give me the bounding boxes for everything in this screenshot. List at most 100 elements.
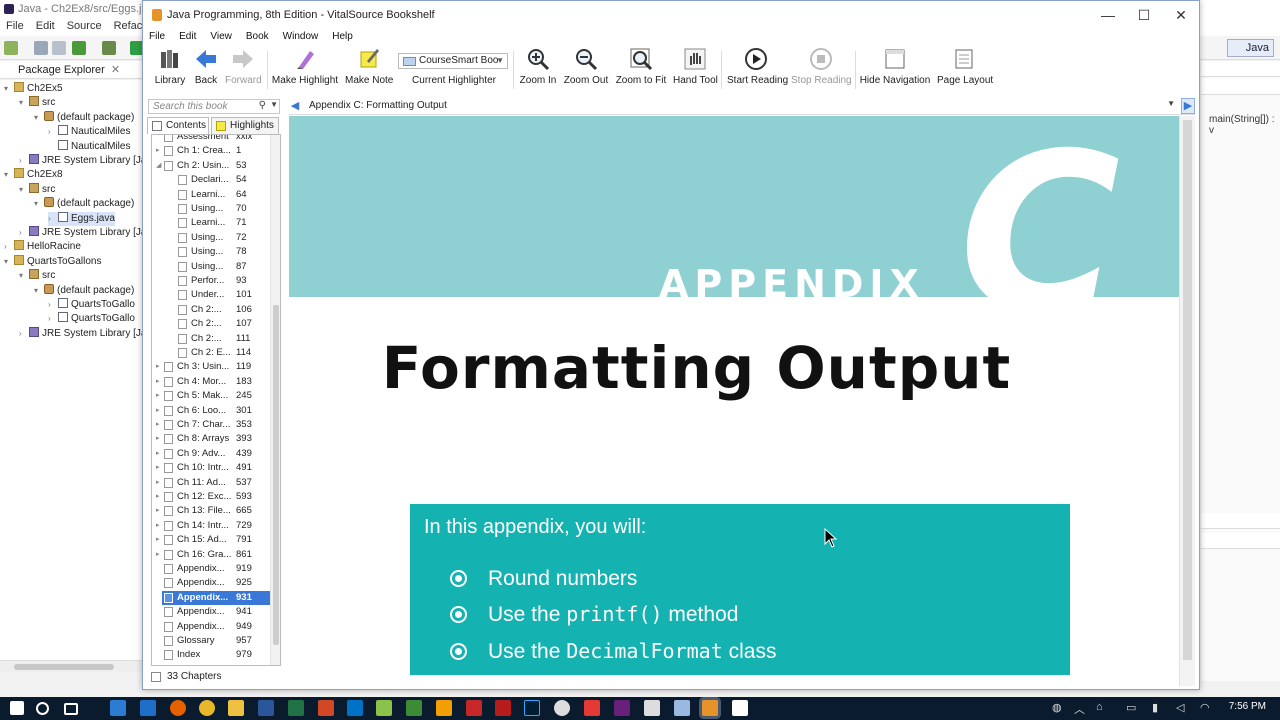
chrome-icon[interactable] (199, 700, 215, 716)
filezilla-icon[interactable] (584, 700, 600, 716)
toc-item[interactable]: ▸ Ch 1: Crea... 1 (152, 144, 270, 158)
tree-item[interactable]: ▾ QuartsToGallons (4, 254, 101, 269)
tree-item[interactable]: ▾ src (19, 96, 55, 110)
chevron-down-icon[interactable]: ▾ (34, 197, 44, 211)
toc-item[interactable]: ▸ Ch 8: Arrays 393 (152, 432, 270, 446)
toc-item[interactable]: ▸ Ch 14: Intr... 729 (152, 519, 270, 533)
search-taskbar-icon[interactable] (36, 702, 49, 715)
run-config-icon[interactable] (102, 41, 116, 55)
app-bars-icon[interactable] (644, 700, 660, 716)
toc-item[interactable]: Learni... 64 (152, 188, 270, 202)
dreamweaver-icon[interactable] (406, 700, 422, 716)
tree-item[interactable]: › JRE System Library [Ja (19, 326, 146, 341)
app-r-icon[interactable] (466, 700, 482, 716)
java-perspective-button[interactable]: Java (1226, 39, 1274, 57)
network-icon[interactable]: ⌂ (1096, 701, 1103, 713)
tree-item[interactable]: ▾ (default package) (34, 110, 134, 125)
menu-edit[interactable]: Edit (179, 29, 196, 45)
eclipse-menu-edit[interactable]: Edit (36, 20, 55, 34)
tree-item[interactable]: ▾ (default package) (34, 283, 134, 298)
toc-item[interactable]: ▸ Ch 7: Char... 353 (152, 418, 270, 432)
book-search-input[interactable]: Search this book (148, 99, 280, 114)
toc-item[interactable]: ▸ Ch 13: File... 665 (152, 504, 270, 518)
tree-item[interactable]: › QuartsToGallo (48, 312, 135, 326)
toc-scrollbar[interactable] (270, 135, 280, 665)
chevron-down-icon[interactable]: ▾ (34, 284, 44, 298)
powerpoint-icon[interactable] (318, 700, 334, 716)
toc-item[interactable]: ▸ Ch 6: Loo... 301 (152, 404, 270, 418)
chevron-right-icon[interactable]: › (48, 298, 58, 312)
eclipse-menu-file[interactable]: File (6, 20, 24, 34)
vitalsource-taskbar-icon[interactable] (702, 700, 718, 716)
hand-tool-button[interactable]: Hand Tool (673, 47, 718, 86)
menu-view[interactable]: View (210, 29, 232, 45)
eclipse-menu-source[interactable]: Source (67, 20, 102, 34)
toc-item[interactable]: Using... 72 (152, 231, 270, 245)
chevron-down-icon[interactable]: ▾ (4, 82, 14, 96)
menu-book[interactable]: Book (246, 29, 269, 45)
highlighter-select[interactable]: CourseSmart Boo ▼ (398, 53, 508, 69)
start-reading-button[interactable]: Start Reading (727, 47, 788, 86)
toc-item[interactable]: ▸ Ch 16: Gra... 861 (152, 548, 270, 562)
forward-button[interactable]: Forward (225, 47, 262, 86)
previous-page-icon[interactable]: ◀ (289, 99, 301, 113)
photoshop-icon[interactable] (524, 700, 540, 716)
tree-item[interactable]: › NauticalMiles (48, 125, 130, 139)
edge-icon[interactable] (110, 700, 126, 716)
ie-icon[interactable] (140, 700, 156, 716)
toc-item[interactable]: Ch 2:... 106 (152, 303, 270, 317)
app-circle-icon[interactable] (554, 700, 570, 716)
wifi-icon[interactable]: ◠ (1200, 701, 1210, 714)
next-page-icon[interactable]: ▶ (1181, 98, 1195, 114)
hide-navigation-button[interactable]: Hide Navigation (859, 47, 931, 86)
toc-item[interactable]: ▸ Ch 10: Intr... 491 (152, 461, 270, 475)
keyboard-icon[interactable]: ▭ (1126, 701, 1136, 714)
windows-start-icon[interactable] (10, 701, 24, 715)
debug-icon[interactable] (72, 41, 86, 55)
acrobat-icon[interactable] (495, 700, 511, 716)
make-highlight-button[interactable]: Make Highlight (271, 47, 339, 86)
toc-item[interactable]: ▸ Ch 5: Mak... 245 (152, 389, 270, 403)
toc-item[interactable]: Appendix... 941 (152, 605, 270, 619)
location-text[interactable]: Appendix C: Formatting Output (309, 100, 447, 111)
chevron-right-icon[interactable]: › (48, 312, 58, 326)
toc-item[interactable]: Appendix... 919 (152, 562, 270, 576)
close-window-icon[interactable]: ✕ (1164, 5, 1198, 25)
menu-help[interactable]: Help (332, 29, 353, 45)
tree-item[interactable]: › HelloRacine (4, 240, 81, 254)
tab-highlights[interactable]: Highlights (211, 117, 279, 134)
tree-item[interactable]: › QuartsToGallo (48, 298, 135, 312)
zoom-in-button[interactable]: Zoom In (519, 47, 557, 86)
task-view-icon[interactable] (64, 703, 78, 715)
tree-item[interactable]: ▾ src (19, 269, 55, 283)
toc-item[interactable]: Appendix... 949 (152, 620, 270, 634)
tree-item[interactable]: ▾ Ch2Ex8 (4, 168, 63, 182)
close-icon[interactable]: ✕ (111, 64, 120, 76)
chevron-down-icon[interactable]: ▾ (4, 255, 14, 269)
toc-item[interactable]: Glossary 957 (152, 634, 270, 648)
stop-reading-button[interactable]: Stop Reading (791, 47, 852, 86)
word-icon[interactable] (258, 700, 274, 716)
toc-item[interactable]: Using... 87 (152, 260, 270, 274)
chevron-down-icon[interactable]: ▾ (4, 168, 14, 182)
maximize-icon[interactable]: ☐ (1127, 5, 1161, 25)
battery-icon[interactable]: ▮ (1152, 701, 1158, 714)
toc-item[interactable]: Perfor... 93 (152, 274, 270, 288)
toc-item[interactable]: Appendix... 925 (152, 576, 270, 590)
excel-icon[interactable] (288, 700, 304, 716)
chevron-down-icon[interactable]: ▾ (19, 183, 29, 197)
notepad-icon[interactable] (376, 700, 392, 716)
toc-item[interactable]: Learni... 71 (152, 216, 270, 230)
save-icon[interactable] (34, 41, 48, 55)
back-button[interactable]: Back (193, 47, 219, 86)
minimize-icon[interactable]: — (1091, 5, 1125, 25)
outline-scrollbar[interactable] (1201, 513, 1280, 529)
firefox-icon[interactable] (170, 700, 186, 716)
package-explorer-scrollbar[interactable] (0, 660, 142, 672)
toc-item[interactable]: Declari... 54 (152, 173, 270, 187)
zoom-to-fit-button[interactable]: Zoom to Fit (615, 47, 667, 86)
file-explorer-icon[interactable] (228, 700, 244, 716)
toc-item[interactable]: Index 979 (152, 648, 270, 662)
tree-item[interactable]: › JRE System Library [Ja (19, 226, 146, 240)
outline-method-main[interactable]: main(String[]) : v (1209, 114, 1280, 136)
